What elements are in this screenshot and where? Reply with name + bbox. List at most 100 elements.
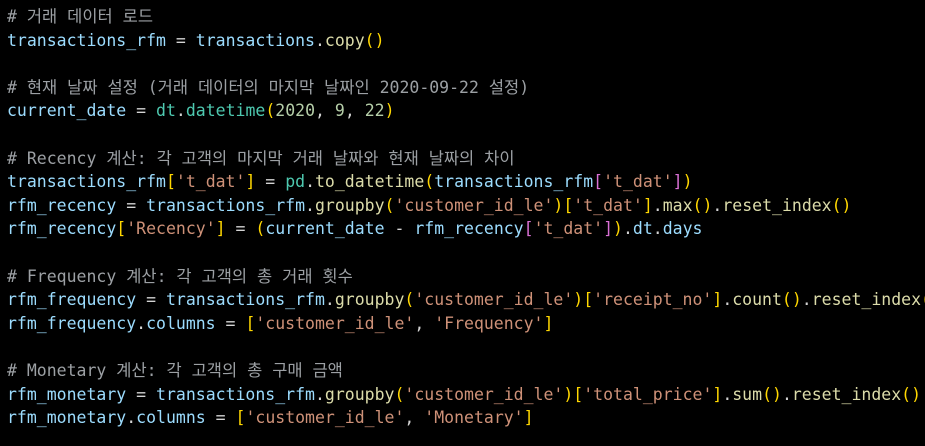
code-token: ( [394, 384, 405, 404]
code-token: transactions_rfm [165, 290, 325, 310]
code-token: . [652, 195, 663, 215]
code-token: . [324, 290, 335, 310]
code-token: count [732, 290, 782, 310]
code-token: ) [553, 195, 564, 215]
code-token: . [314, 384, 325, 404]
code-line[interactable]: transactions_rfm = transactions.copy() [7, 29, 925, 53]
code-token: # 현재 날짜 설정 (거래 데이터의 마지막 날짜인 2020-09-22 설… [7, 77, 530, 97]
code-comment-line[interactable]: # Recency 계산: 각 고객의 마지막 거래 날짜와 현재 날짜의 차이 [7, 147, 925, 171]
code-token: datetime [185, 101, 266, 121]
code-token: () [901, 384, 922, 404]
code-token: () [781, 290, 802, 310]
code-token: # 거래 데이터 로드 [7, 7, 153, 26]
code-token: . [781, 384, 792, 404]
code-token: rfm_monetary [7, 384, 127, 404]
code-token: 'customer_id_le' [245, 408, 405, 428]
code-token: groupby [324, 384, 395, 404]
code-token: ] [215, 219, 226, 239]
code-token: 'customer_id_le' [255, 313, 415, 333]
code-token: ] [642, 195, 653, 215]
code-token: ] [712, 384, 723, 404]
code-token: dt [156, 101, 176, 121]
code-line[interactable]: rfm_recency = transactions_rfm.groupby('… [7, 194, 925, 218]
code-token: () [364, 30, 385, 50]
code-token: ] [543, 313, 554, 333]
code-token: transactions_rfm [146, 195, 306, 215]
code-line[interactable]: rfm_recency['Recency'] = (current_date -… [7, 217, 925, 241]
code-token: [ [116, 219, 127, 239]
code-token: , [315, 101, 335, 121]
code-token: ] [712, 290, 723, 310]
code-token: [ [235, 408, 246, 428]
code-token: () [692, 195, 713, 215]
code-line-blank[interactable] [7, 52, 925, 76]
code-token: . [712, 195, 723, 215]
code-token: rfm_frequency [7, 313, 137, 333]
code-token: 'customer_id_le' [404, 384, 564, 404]
code-line[interactable]: rfm_frequency.columns = ['customer_id_le… [7, 312, 925, 336]
code-line-blank[interactable] [7, 335, 925, 359]
code-token: ) [613, 219, 623, 239]
code-line-blank[interactable] [7, 241, 925, 265]
code-line[interactable]: rfm_monetary.columns = ['customer_id_le'… [7, 406, 925, 430]
code-line[interactable]: rfm_frequency = transactions_rfm.groupby… [7, 288, 925, 312]
code-token: [ [165, 172, 176, 192]
code-line[interactable]: current_date = dt.datetime(2020, 9, 22) [7, 99, 925, 123]
code-token: ( [265, 101, 276, 121]
code-editor[interactable]: # 거래 데이터 로드 transactions_rfm = transactio… [0, 0, 925, 446]
code-token: 'customer_id_le' [414, 290, 574, 310]
code-token: reset_index [811, 290, 922, 310]
code-token: copy [324, 30, 365, 50]
code-token: pd [285, 172, 306, 192]
code-line-blank[interactable] [7, 123, 925, 147]
code-comment-line[interactable]: # Monetary 계산: 각 고객의 총 구매 금액 [7, 359, 925, 383]
code-token: . [136, 313, 147, 333]
code-token: columns [146, 313, 216, 333]
code-token: ( [424, 172, 435, 192]
code-token: = [225, 219, 256, 239]
code-token: () [831, 195, 852, 215]
code-token: ] [603, 219, 614, 239]
code-token: rfm_frequency [7, 290, 137, 310]
code-line[interactable]: transactions_rfm['t_dat'] = pd.to_dateti… [7, 170, 925, 194]
code-token: . [622, 219, 633, 239]
code-token: 22 [364, 101, 385, 121]
code-token: 2020 [275, 101, 316, 121]
code-token: , [414, 313, 435, 333]
code-token: 'Recency' [126, 219, 216, 239]
code-token: = [205, 408, 236, 428]
code-comment-line[interactable]: # 현재 날짜 설정 (거래 데이터의 마지막 날짜인 2020-09-22 설… [7, 76, 925, 100]
code-token: 'receipt_no' [593, 290, 713, 310]
code-token: [ [593, 172, 604, 192]
code-token: = [126, 101, 157, 121]
code-token: . [652, 219, 663, 239]
code-token: . [722, 290, 733, 310]
code-token: sum [732, 384, 763, 404]
code-token: , [344, 101, 365, 121]
code-token: ) [682, 172, 693, 192]
code-token: to_datetime [315, 172, 425, 192]
code-token: # Monetary 계산: 각 고객의 총 구매 금액 [7, 360, 343, 380]
code-token: transactions_rfm [7, 172, 166, 192]
code-comment-line[interactable]: # 거래 데이터 로드 [7, 5, 925, 29]
code-token: reset_index [791, 384, 902, 404]
code-token: current_date [7, 101, 127, 121]
code-token: . [175, 101, 186, 121]
code-token: 't_dat' [533, 219, 604, 239]
code-token: . [722, 384, 733, 404]
code-token: = [116, 195, 147, 215]
code-token: = [126, 384, 157, 404]
code-token: # Frequency 계산: 각 고객의 총 거래 횟수 [7, 266, 353, 286]
code-comment-line[interactable]: # Frequency 계산: 각 고객의 총 거래 횟수 [7, 265, 925, 289]
code-token: () [762, 384, 782, 404]
code-token: # Recency 계산: 각 고객의 마지막 거래 날짜와 현재 날짜의 차이 [7, 148, 515, 168]
code-token: = [165, 30, 196, 50]
code-token: reset_index [722, 195, 832, 215]
code-token: current_date [265, 219, 385, 239]
code-token: [ [245, 313, 256, 333]
code-line[interactable]: rfm_monetary = transactions_rfm.groupby(… [7, 383, 925, 407]
code-token: 'total_price' [583, 384, 713, 404]
code-token: rfm_recency [7, 219, 117, 239]
code-token: 't_dat' [175, 172, 246, 192]
code-token: . [126, 408, 137, 428]
